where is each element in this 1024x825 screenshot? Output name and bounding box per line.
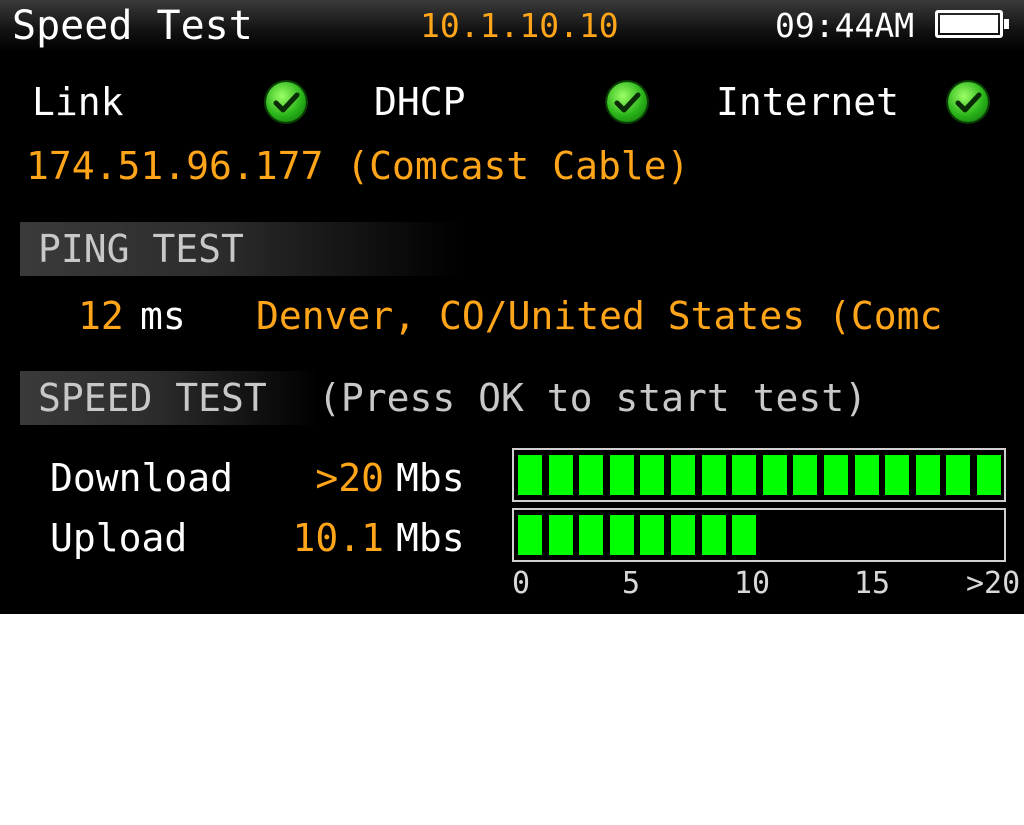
meter-segment xyxy=(518,455,542,495)
speed-section-title: SPEED TEST xyxy=(38,376,267,420)
meter-segment xyxy=(609,515,634,555)
app-title: Speed Test xyxy=(12,3,253,49)
meter-segment xyxy=(579,455,604,495)
meter-segment xyxy=(701,455,726,495)
download-meter xyxy=(512,448,1006,502)
scale-tick-10: 10 xyxy=(734,566,771,601)
meter-segment xyxy=(609,455,634,495)
internet-check-icon xyxy=(948,82,988,122)
device-ip-address: 10.1.10.10 xyxy=(420,6,619,45)
speed-start-hint: (Press OK to start test) xyxy=(318,376,868,420)
dhcp-label: DHCP xyxy=(374,80,466,124)
upload-unit: Mbs xyxy=(396,516,465,560)
battery-icon xyxy=(935,10,1009,38)
meter-segment xyxy=(824,455,848,495)
meter-segment xyxy=(915,455,940,495)
meter-segment xyxy=(732,455,757,495)
meter-segment xyxy=(885,455,910,495)
scale-tick-5: 5 xyxy=(622,566,641,601)
ping-server-location: Denver, CO/United States (Comc xyxy=(256,294,943,338)
meter-segment xyxy=(671,515,695,555)
internet-label: Internet xyxy=(716,80,900,124)
battery-fill xyxy=(940,15,998,33)
meter-segment xyxy=(854,455,879,495)
scale-tick-15: 15 xyxy=(854,566,891,601)
download-label: Download xyxy=(50,456,234,500)
link-label: Link xyxy=(32,80,124,124)
download-unit: Mbs xyxy=(396,456,465,500)
upload-value: 10.1 xyxy=(292,516,384,560)
ping-unit: ms xyxy=(140,294,186,338)
dhcp-check-icon xyxy=(607,82,647,122)
ping-value: 12 xyxy=(78,294,124,338)
speed-test-screen: Speed Test 10.1.10.10 09:44AM Link DHCP … xyxy=(0,0,1024,614)
scale-tick-0: 0 xyxy=(512,566,531,601)
meter-segment xyxy=(977,455,1001,495)
scale-tick-max: >20 xyxy=(966,566,1021,601)
clock: 09:44AM xyxy=(775,6,915,45)
ping-section-title: PING TEST xyxy=(38,227,244,271)
download-value: >20 xyxy=(315,456,384,500)
public-ip-address: 174.51.96.177 (Comcast Cable) xyxy=(26,144,690,188)
battery-tip xyxy=(1004,19,1009,29)
meter-segment xyxy=(548,455,573,495)
meter-segment xyxy=(640,455,665,495)
meter-segment xyxy=(946,455,971,495)
upload-label: Upload xyxy=(50,516,188,560)
meter-segment xyxy=(548,515,573,555)
meter-segment xyxy=(579,515,604,555)
meter-segment xyxy=(701,515,726,555)
meter-segment xyxy=(518,515,542,555)
upload-meter xyxy=(512,508,1006,562)
meter-segment xyxy=(793,455,818,495)
link-check-icon xyxy=(266,82,306,122)
meter-segment xyxy=(762,455,787,495)
meter-segment xyxy=(640,515,665,555)
meter-segment xyxy=(732,515,757,555)
meter-segment xyxy=(671,455,695,495)
